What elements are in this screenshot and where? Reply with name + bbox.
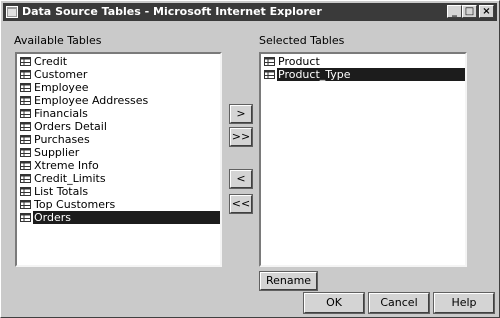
table-list-item[interactable]: Purchases <box>17 133 220 146</box>
maximize-icon: □ <box>464 6 475 17</box>
table-list-item[interactable]: Credit_Limits <box>17 172 220 185</box>
table-name: Credit <box>34 55 68 68</box>
table-icon <box>20 187 31 196</box>
table-name: Employee Addresses <box>34 94 149 107</box>
table-name: Employee <box>34 81 89 94</box>
table-list-item[interactable]: Supplier <box>17 146 220 159</box>
table-list-item[interactable]: Xtreme Info <box>17 159 220 172</box>
table-icon <box>20 174 31 183</box>
table-list-item[interactable]: Top Customers <box>17 198 220 211</box>
table-name: Orders Detail <box>34 120 107 133</box>
table-list-item[interactable]: Credit <box>17 55 220 68</box>
table-list-item[interactable]: Employee Addresses <box>17 94 220 107</box>
table-icon <box>20 200 31 209</box>
table-icon <box>20 109 31 118</box>
table-name: Top Customers <box>34 198 116 211</box>
cancel-button[interactable]: Cancel <box>368 292 430 314</box>
table-list-item[interactable]: List Totals <box>17 185 220 198</box>
dialog-window: Data Source Tables - Microsoft Internet … <box>0 0 500 318</box>
table-name: Orders <box>33 211 220 224</box>
table-name: List Totals <box>34 185 89 198</box>
close-icon: × <box>482 6 491 17</box>
table-list-item[interactable]: Financials <box>17 107 220 120</box>
ok-button[interactable]: OK <box>303 292 365 314</box>
table-icon <box>20 161 31 170</box>
available-tables-list[interactable]: Credit Customer Employee Employee Addresses… <box>15 52 222 267</box>
table-name: Financials <box>34 107 88 120</box>
table-list-item[interactable]: Orders Detail <box>17 120 220 133</box>
table-icon <box>20 122 31 131</box>
table-list-item[interactable]: Customer <box>17 68 220 81</box>
table-icon <box>20 83 31 92</box>
help-button[interactable]: Help <box>433 292 495 314</box>
minimize-button[interactable]: _ <box>447 5 462 18</box>
add-all-tables-button[interactable]: >> <box>229 127 253 147</box>
window-title: Data Source Tables - Microsoft Internet … <box>22 5 322 18</box>
table-name: Product <box>278 55 320 68</box>
table-icon <box>264 57 275 66</box>
title-bar[interactable]: Data Source Tables - Microsoft Internet … <box>3 3 497 21</box>
table-icon <box>20 148 31 157</box>
close-button[interactable]: × <box>479 5 494 18</box>
table-list-item[interactable]: Orders <box>17 211 220 224</box>
maximize-button[interactable]: □ <box>462 5 477 18</box>
remove-all-tables-button[interactable]: << <box>229 194 253 214</box>
table-name: Supplier <box>34 146 80 159</box>
ie-window-icon <box>6 6 18 18</box>
table-list-item[interactable]: Employee <box>17 81 220 94</box>
selected-tables-list[interactable]: Product Product_Type <box>259 52 467 267</box>
table-icon <box>20 135 31 144</box>
minimize-icon: _ <box>452 6 457 17</box>
table-name: Product_Type <box>277 68 465 81</box>
table-name: Customer <box>34 68 88 81</box>
table-icon <box>20 70 31 79</box>
rename-button[interactable]: Rename <box>259 271 318 291</box>
table-name: Xtreme Info <box>34 159 99 172</box>
table-list-item[interactable]: Product_Type <box>261 68 465 81</box>
selected-tables-label: Selected Tables <box>259 34 345 47</box>
table-icon <box>20 96 31 105</box>
table-name: Credit_Limits <box>34 172 106 185</box>
available-tables-label: Available Tables <box>14 34 102 47</box>
table-name: Purchases <box>34 133 90 146</box>
table-icon <box>20 57 31 66</box>
table-icon <box>20 213 31 222</box>
add-table-button[interactable]: > <box>229 104 253 124</box>
table-list-item[interactable]: Product <box>261 55 465 68</box>
table-icon <box>264 70 275 79</box>
remove-table-button[interactable]: < <box>229 169 253 189</box>
